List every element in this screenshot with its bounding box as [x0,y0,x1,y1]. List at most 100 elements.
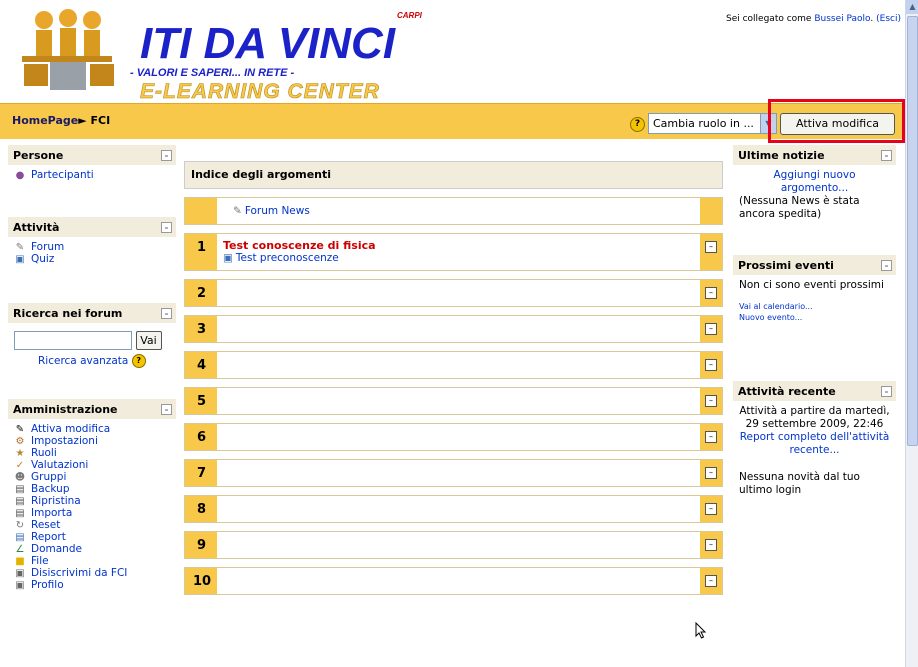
news-forum-link[interactable]: Forum News [245,205,310,217]
user-name-link[interactable]: Bussei Paolo [814,14,870,24]
section-number: 9 [197,538,207,553]
collapse-section-icon[interactable]: – [705,287,717,299]
search-go-button[interactable]: Vai [135,331,162,350]
forum-icon: ✎ [233,205,242,217]
sidebar-item-forum[interactable]: ✎ Forum [14,241,170,253]
left-column: Persone – ● Partecipanti Attività – ✎ Forum … [8,145,176,603]
advanced-search-link[interactable]: Ricerca avanzata [38,355,128,367]
sidebar-item-roles[interactable]: ★ Ruoli [14,447,170,459]
block-amministrazione: Amministrazione – ✎ Attiva modifica ⚙ Impos… [8,399,176,595]
item-label[interactable]: Attiva modifica [31,423,110,435]
full-report-link[interactable]: Report completo dell'attività recente... [740,431,890,456]
questions-icon: ∠ [15,543,25,555]
item-label[interactable]: Profilo [31,579,64,591]
collapse-section-icon[interactable]: – [705,539,717,551]
section-title: Test conoscenze di fisica [223,239,376,252]
forum-search-input[interactable] [14,331,132,350]
item-label[interactable]: File [31,555,49,567]
breadcrumb-home[interactable]: HomePage [12,114,78,127]
collapse-icon[interactable]: – [161,222,172,233]
section-9: 9– [184,531,723,559]
collapse-icon[interactable]: – [881,386,892,397]
item-label[interactable]: Importa [31,507,72,519]
scroll-thumb[interactable] [907,16,918,446]
quiz-link[interactable]: Test preconoscenze [236,252,339,264]
scroll-up-icon[interactable]: ▲ [906,0,918,14]
collapse-icon[interactable]: – [881,150,892,161]
people-logo-icon [22,9,114,90]
restore-icon: ▤ [15,495,25,507]
help-icon[interactable]: ? [630,117,645,132]
collapse-section-icon[interactable]: – [705,359,717,371]
item-label[interactable]: Domande [31,543,82,555]
block-body: ● Partecipanti [8,165,176,209]
collapse-icon[interactable]: – [881,260,892,271]
item-label[interactable]: Disiscrivimi da FCI [31,567,127,579]
collapse-section-icon[interactable]: – [705,323,717,335]
item-label[interactable]: Quiz [31,253,54,265]
help-icon[interactable]: ? [131,354,146,368]
right-column: Ultime notizie – Aggiungi nuovo argomento… [733,145,896,509]
new-event-link[interactable]: Nuovo evento... [739,313,802,322]
block-title: Ultime notizie [738,149,825,162]
login-info: Sei collegato come Bussei Paolo. (Esci) [725,14,901,24]
section-10: 10 – [184,567,723,595]
sidebar-item-backup[interactable]: ▤ Backup [14,483,170,495]
header: CARPI ITI DA VINCI - VALORI E SAPERI... … [0,0,905,103]
block-header: Prossimi eventi – [733,255,896,275]
collapse-section-icon[interactable]: – [705,503,717,515]
add-topic-link[interactable]: Aggiungi nuovo argomento... [773,169,855,194]
sidebar-item-editing[interactable]: ✎ Attiva modifica [14,423,170,435]
block-body: Attività a partire da martedì, 29 settem… [733,401,896,501]
sidebar-item-settings[interactable]: ⚙ Impostazioni [14,435,170,447]
item-label[interactable]: Gruppi [31,471,66,483]
item-label[interactable]: Valutazioni [31,459,88,471]
sidebar-item-grades[interactable]: ✓ Valutazioni [14,459,170,471]
news-empty-text: (Nessuna News è stata ancora spedita) [739,195,860,220]
section-5: 5– [184,387,723,415]
collapse-section-icon[interactable]: – [705,395,717,407]
role-switch-select[interactable]: Cambia ruolo in ... ▼ [648,113,777,134]
collapse-section-icon[interactable]: – [705,575,717,587]
site-logo[interactable]: CARPI ITI DA VINCI - VALORI E SAPERI... … [12,6,442,101]
block-title: Persone [13,149,64,162]
calendar-link[interactable]: Vai al calendario... [739,302,813,311]
collapse-section-icon[interactable]: – [705,241,717,253]
item-label[interactable]: Report [31,531,66,543]
sidebar-item-participants[interactable]: ● Partecipanti [14,169,170,181]
collapse-icon[interactable]: – [161,150,172,161]
item-label[interactable]: Backup [31,483,70,495]
sidebar-item-reset[interactable]: ↻ Reset [14,519,170,531]
collapse-icon[interactable]: – [161,308,172,319]
edit-icon: ✎ [15,423,25,435]
login-prefix: Sei collegato come [725,14,815,24]
collapse-icon[interactable]: – [161,404,172,415]
sidebar-item-profile[interactable]: ▣ Profilo [14,579,170,591]
item-label[interactable]: Ripristina [31,495,81,507]
item-label[interactable]: Reset [31,519,60,531]
forum-icon: ✎ [15,241,25,253]
item-label[interactable]: Ruoli [31,447,57,459]
sidebar-item-groups[interactable]: ☻ Gruppi [14,471,170,483]
sidebar-item-quiz[interactable]: ▣ Quiz [14,253,170,265]
sidebar-item-files[interactable]: ■ File [14,555,170,567]
highlight-box [768,99,905,143]
sidebar-item-import[interactable]: ▤ Importa [14,507,170,519]
section-7: 7– [184,459,723,487]
role-select-value: Cambia ruolo in ... [653,117,754,130]
logo-subtitle: E-LEARNING CENTER [140,80,380,101]
collapse-section-icon[interactable]: – [705,467,717,479]
logout-link[interactable]: (Esci) [876,14,901,24]
section-number: 2 [197,286,207,301]
sidebar-item-restore[interactable]: ▤ Ripristina [14,495,170,507]
item-label[interactable]: Forum [31,241,64,253]
sidebar-item-unenrol[interactable]: ▣ Disiscrivimi da FCI [14,567,170,579]
vertical-scrollbar[interactable]: ▲ [905,0,918,667]
settings-icon: ⚙ [15,435,25,447]
collapse-section-icon[interactable]: – [705,431,717,443]
backup-icon: ▤ [15,483,25,495]
sidebar-item-report[interactable]: ▤ Report [14,531,170,543]
item-label[interactable]: Partecipanti [31,169,94,181]
item-label[interactable]: Impostazioni [31,435,98,447]
sidebar-item-questions[interactable]: ∠ Domande [14,543,170,555]
